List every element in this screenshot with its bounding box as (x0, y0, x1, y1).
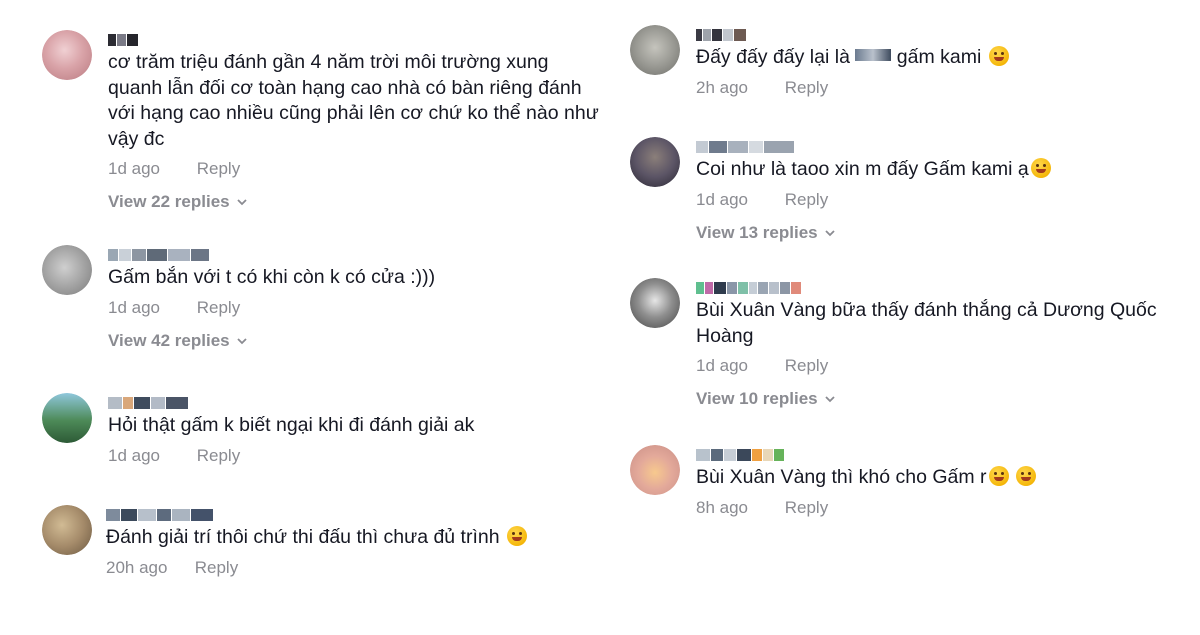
view-replies-label: View 10 replies (696, 389, 818, 408)
comment-text: Đấy đấy đấy lại là gấm kami (696, 45, 1188, 71)
comment-text: Gấm bắn với t có khi còn k có cửa :))) (108, 266, 436, 288)
comment-text: Đánh giải trí thôi chứ thi đấu thì chưa … (106, 525, 600, 551)
redacted-name (855, 49, 892, 61)
chevron-down-icon (824, 396, 835, 403)
grinning-sweat-emoji-icon (988, 466, 1009, 486)
avatar[interactable] (42, 505, 92, 555)
reply-button[interactable]: Reply (197, 446, 240, 465)
username-blurred[interactable] (696, 449, 1188, 463)
reply-button[interactable]: Reply (785, 356, 828, 375)
chevron-down-icon (236, 337, 247, 344)
username-blurred[interactable] (108, 249, 600, 263)
avatar[interactable] (630, 445, 680, 495)
flushed-emoji-icon (1030, 158, 1051, 178)
comment-date: 1d ago (696, 189, 748, 209)
view-replies-label: View 42 replies (108, 330, 230, 350)
avatar[interactable] (42, 30, 92, 80)
reply-button[interactable]: Reply (785, 78, 828, 97)
comment-text: cơ trăm triệu đánh gần 4 năm trời môi tr… (108, 51, 605, 150)
rofl-emoji-icon (507, 526, 528, 546)
avatar[interactable] (630, 25, 680, 75)
username-blurred[interactable] (108, 397, 600, 411)
chevron-down-icon (824, 229, 835, 236)
reply-button[interactable]: Reply (195, 558, 238, 577)
view-replies-button[interactable]: View 10 replies (696, 389, 835, 409)
comment-text: Bùi Xuân Vàng thì khó cho Gấm r (696, 465, 1188, 491)
comment-date: 1d ago (108, 297, 160, 317)
reply-button[interactable]: Reply (197, 298, 240, 317)
username-blurred[interactable] (696, 282, 1188, 296)
comment-date: 2h ago (696, 77, 748, 97)
rofl-emoji-icon (988, 46, 1009, 66)
comment-text: Hỏi thật gấm k biết ngại khi đi đánh giả… (108, 414, 475, 436)
avatar[interactable] (42, 393, 92, 443)
view-replies-label: View 13 replies (696, 222, 818, 242)
view-replies-button[interactable]: View 13 replies (696, 223, 835, 243)
comment-text: Bùi Xuân Vàng bữa thấy đánh thắng cả Dươ… (696, 299, 1163, 347)
username-blurred[interactable] (106, 509, 600, 523)
comment-date: 8h ago (696, 497, 748, 517)
comment-date: 20h ago (106, 557, 168, 577)
comment-date: 1d ago (696, 356, 748, 375)
avatar[interactable] (630, 137, 680, 187)
comment-text: Coi như là taoo xin m đấy Gấm kami ạ (696, 157, 1188, 183)
reply-button[interactable]: Reply (197, 159, 240, 178)
chevron-down-icon (236, 199, 247, 206)
avatar[interactable] (630, 278, 680, 328)
reply-button[interactable]: Reply (785, 498, 828, 517)
username-blurred[interactable] (696, 29, 1188, 43)
username-blurred[interactable] (696, 141, 1188, 155)
comment-date: 1d ago (108, 159, 160, 178)
avatar[interactable] (42, 245, 92, 295)
view-replies-label: View 22 replies (108, 192, 230, 211)
reply-button[interactable]: Reply (785, 190, 828, 209)
comment-date: 1d ago (108, 445, 160, 465)
username-blurred[interactable] (108, 34, 600, 48)
grinning-sweat-emoji-icon (1015, 466, 1036, 486)
view-replies-button[interactable]: View 22 replies (108, 192, 247, 212)
view-replies-button[interactable]: View 42 replies (108, 331, 247, 351)
